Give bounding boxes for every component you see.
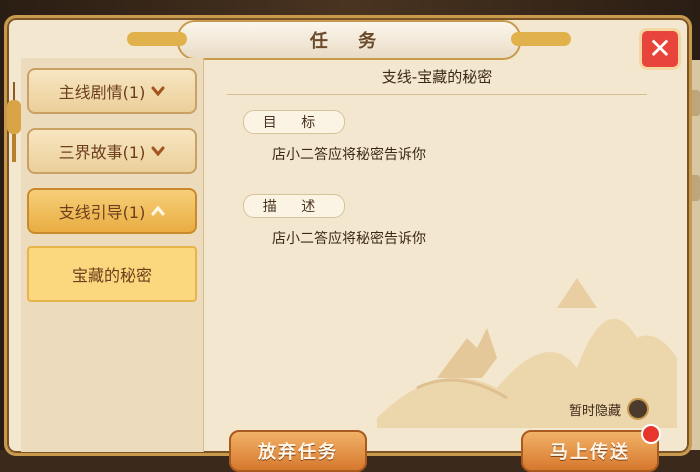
quest-item-label: 宝藏的秘密 bbox=[71, 266, 152, 285]
tab-label: 三界故事(1) bbox=[58, 143, 146, 162]
tab-three-realms-story[interactable]: 三界故事(1) bbox=[27, 128, 197, 174]
objective-label: 目 标 bbox=[243, 110, 345, 134]
tab-side-guide[interactable]: 支线引导(1) bbox=[27, 188, 197, 234]
abandon-quest-button[interactable]: 放弃任务 bbox=[229, 430, 367, 472]
description-text: 店小二答应将秘密告诉你 bbox=[272, 231, 426, 247]
tab-main-story[interactable]: 主线剧情(1) bbox=[27, 68, 197, 114]
description-label: 描 述 bbox=[243, 194, 345, 218]
quest-detail-panel: 支线-宝藏的秘密 目 标 店小二答应将秘密告诉你 描 述 店小二答应将秘密告诉你… bbox=[207, 58, 677, 472]
chevron-down-icon bbox=[151, 146, 165, 157]
hide-label: 暂时隐藏 bbox=[569, 403, 622, 419]
quest-title: 支线-宝藏的秘密 bbox=[381, 68, 493, 86]
hide-toggle[interactable]: 暂时隐藏 bbox=[569, 398, 650, 420]
chevron-up-icon bbox=[151, 205, 165, 216]
teleport-now-button[interactable]: 马上传送 bbox=[521, 430, 659, 472]
quest-item-treasure-secret[interactable]: 宝藏的秘密 bbox=[27, 246, 197, 302]
window-title-bar: 任 务 bbox=[127, 20, 571, 60]
title-ornament bbox=[511, 32, 571, 46]
quest-window: 任 务 ✕ 主线剧情(1) 三界故事(1) 支线引导(1) 宝藏的秘密 支线-宝… bbox=[4, 15, 692, 472]
notification-dot bbox=[641, 424, 661, 444]
divider bbox=[227, 94, 647, 95]
title-ornament bbox=[127, 32, 187, 46]
window-title: 任 务 bbox=[309, 31, 389, 52]
objective-text: 店小二答应将秘密告诉你 bbox=[272, 147, 426, 163]
hide-toggle-circle[interactable] bbox=[627, 398, 650, 420]
tab-label: 支线引导(1) bbox=[58, 203, 146, 222]
quest-category-sidebar: 主线剧情(1) 三界故事(1) 支线引导(1) 宝藏的秘密 bbox=[21, 58, 204, 452]
chevron-down-icon bbox=[151, 86, 165, 97]
tab-label: 主线剧情(1) bbox=[58, 83, 146, 102]
lantern-icon bbox=[7, 82, 21, 162]
